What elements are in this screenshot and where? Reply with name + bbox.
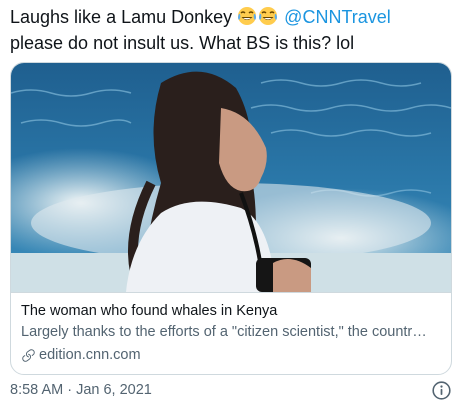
card-description: Largely thanks to the efforts of a "citi…	[21, 324, 427, 340]
face-with-tears-of-joy-emoji	[259, 7, 278, 25]
face-with-tears-of-joy-emoji	[238, 7, 257, 25]
link-icon	[22, 349, 35, 362]
tweet-text-intro: Laughs like a Lamu Donkey	[10, 7, 233, 27]
link-card[interactable]: The woman who found whales in Kenya Larg…	[10, 62, 452, 375]
info-icon[interactable]	[431, 380, 452, 401]
card-title[interactable]: The woman who found whales in Kenya	[21, 302, 441, 321]
woman-with-camera-by-ocean-image	[11, 63, 451, 292]
card-body: The woman who found whales in Kenya Larg…	[11, 293, 451, 365]
card-domain[interactable]: edition.cnn.com	[21, 346, 441, 365]
tweet-text: Laughs like a Lamu Donkey @CNNTravel ple…	[10, 4, 460, 56]
tweet-timestamp[interactable]: 8:58 AM · Jan 6, 2021	[10, 382, 152, 398]
tweet-text-body: please do not insult us. What BS is this…	[10, 33, 355, 53]
card-domain-text[interactable]: edition.cnn.com	[39, 346, 141, 365]
card-image[interactable]	[11, 63, 451, 293]
mention-link[interactable]: @CNNTravel	[284, 7, 391, 27]
